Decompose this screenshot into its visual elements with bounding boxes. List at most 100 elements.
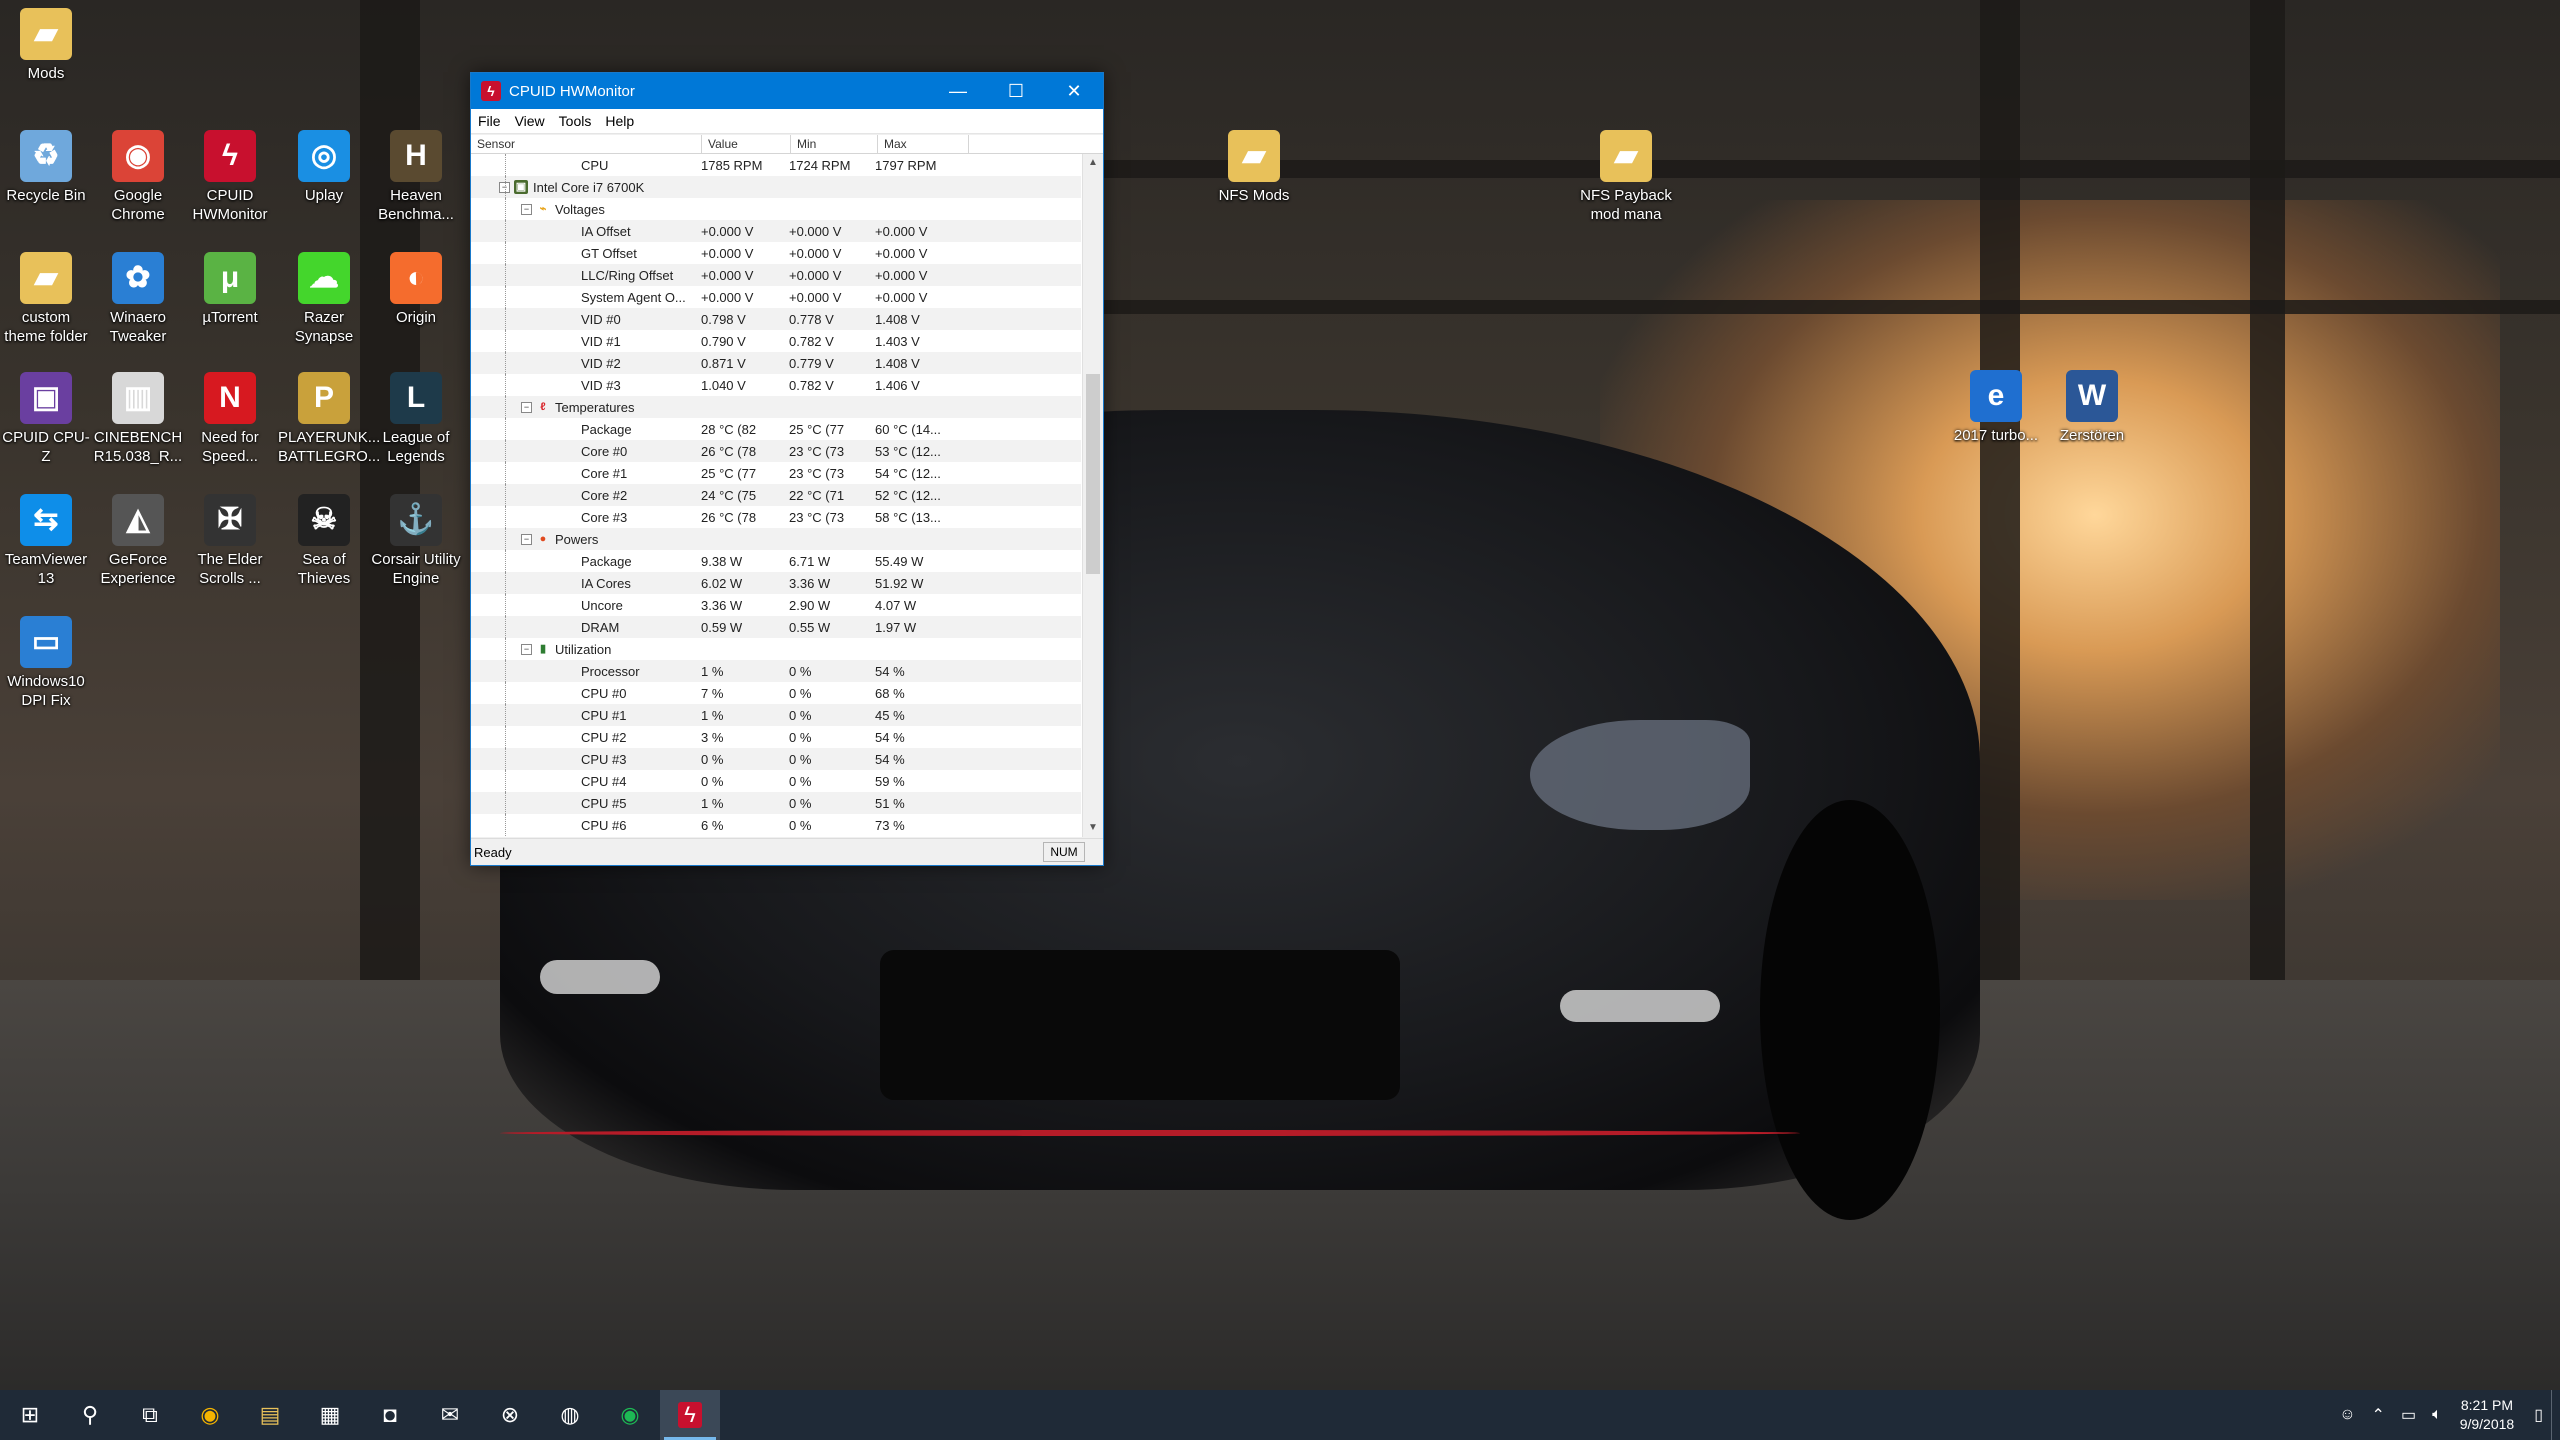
sensor-row[interactable]: Core #0 26 °C (78 23 °C (73 53 °C (12... — [471, 440, 1081, 462]
column-header-value[interactable]: Value — [702, 135, 791, 153]
desktop-icon-uplay[interactable]: ◎ Uplay — [278, 130, 370, 205]
sensor-row[interactable]: Core #2 24 °C (75 22 °C (71 52 °C (12... — [471, 484, 1081, 506]
desktop-icon-nfs-mods[interactable]: ▰ NFS Mods — [1208, 130, 1300, 205]
taskbar-mail[interactable]: ✉ — [420, 1390, 480, 1440]
menu-help[interactable]: Help — [598, 113, 641, 129]
column-header-min[interactable]: Min — [791, 135, 878, 153]
sensor-row[interactable]: VID #1 0.790 V 0.782 V 1.403 V — [471, 330, 1081, 352]
taskbar-spotify[interactable]: ◉ — [600, 1390, 660, 1440]
network-icon[interactable]: ▭ — [2393, 1405, 2424, 1425]
close-button[interactable]: ✕ — [1045, 73, 1103, 109]
category-row[interactable]: − ℓ Temperatures — [471, 396, 1081, 418]
sensor-row[interactable]: VID #3 1.040 V 0.782 V 1.406 V — [471, 374, 1081, 396]
sensor-row[interactable]: IA Cores 6.02 W 3.36 W 51.92 W — [471, 572, 1081, 594]
sensor-tree[interactable]: Sensor Value Min Max CPU 1785 RPM 1724 RPM… — [471, 135, 1103, 837]
action-center-icon[interactable]: ▯ — [2526, 1405, 2551, 1425]
collapse-toggle-icon[interactable]: − — [521, 643, 532, 655]
desktop-icon-recycle-bin[interactable]: ♻ Recycle Bin — [0, 130, 92, 205]
desktop-icon-nfs-payback-mod-mana[interactable]: ▰ NFS Payback mod mana — [1580, 130, 1672, 224]
show-desktop-button[interactable] — [2551, 1390, 2560, 1440]
taskbar-store[interactable]: ◘ — [360, 1390, 420, 1440]
desktop-icon-custom-theme-folder[interactable]: ▰ custom theme folder — [0, 252, 92, 346]
column-header-max[interactable]: Max — [878, 135, 969, 153]
desktop-icon-2017-turbo[interactable]: e 2017 turbo... — [1950, 370, 2042, 445]
scroll-up-arrow[interactable]: ▲ — [1083, 154, 1103, 172]
search-button[interactable]: ⚲ — [60, 1390, 120, 1440]
sensor-row[interactable]: Core #3 26 °C (78 23 °C (73 58 °C (13... — [471, 506, 1081, 528]
sensor-row[interactable]: CPU #0 7 % 0 % 68 % — [471, 682, 1081, 704]
desktop-icon-teamviewer-13[interactable]: ⇆ TeamViewer 13 — [0, 494, 92, 588]
sensor-row[interactable]: CPU #6 6 % 0 % 73 % — [471, 814, 1081, 836]
desktop-icon-league-of-legends[interactable]: L League of Legends — [370, 372, 462, 466]
taskbar-messenger[interactable]: ◍ — [540, 1390, 600, 1440]
menu-file[interactable]: File — [471, 113, 508, 129]
volume-icon[interactable]: 🔈︎ — [2424, 1406, 2450, 1424]
desktop-icon-torrent[interactable]: μ µTorrent — [184, 252, 276, 327]
scroll-thumb[interactable] — [1086, 374, 1100, 574]
desktop-icon-cpuid-hwmonitor[interactable]: ϟ CPUID HWMonitor — [184, 130, 276, 224]
taskbar-chrome[interactable]: ◉ — [180, 1390, 240, 1440]
sensor-row[interactable]: Uncore 3.36 W 2.90 W 4.07 W — [471, 594, 1081, 616]
start-button[interactable]: ⊞ — [0, 1390, 60, 1440]
desktop-icon-zerst-ren[interactable]: W Zerstören — [2046, 370, 2138, 445]
collapse-toggle-icon[interactable]: − — [521, 401, 532, 413]
sensor-row[interactable]: CPU #2 3 % 0 % 54 % — [471, 726, 1081, 748]
desktop-icon-need-for-speed[interactable]: N Need for Speed... — [184, 372, 276, 466]
category-row[interactable]: − ⌁ Voltages — [471, 198, 1081, 220]
column-header-sensor[interactable]: Sensor — [471, 135, 702, 153]
sensor-row[interactable]: LLC/Ring Offset +0.000 V +0.000 V +0.000 V — [471, 264, 1081, 286]
collapse-toggle-icon[interactable]: − — [521, 203, 532, 215]
desktop-icon-the-elder-scrolls[interactable]: ✠ The Elder Scrolls ... — [184, 494, 276, 588]
sensor-row[interactable]: VID #2 0.871 V 0.779 V 1.408 V — [471, 352, 1081, 374]
desktop-icon-label: Windows10 DPI Fix — [7, 673, 85, 709]
sensor-row[interactable]: CPU #5 1 % 0 % 51 % — [471, 792, 1081, 814]
sensor-row[interactable]: CPU #3 0 % 0 % 54 % — [471, 748, 1081, 770]
people-icon[interactable]: ☺ — [2331, 1406, 2363, 1424]
taskbar-xbox[interactable]: ⊗ — [480, 1390, 540, 1440]
hwmonitor-window[interactable]: ϟ CPUID HWMonitor — ☐ ✕ File View Tools … — [470, 72, 1104, 866]
task-view-button[interactable]: ⧉ — [120, 1390, 180, 1440]
desktop-icon-corsair-utility-engine[interactable]: ⚓ Corsair Utility Engine — [370, 494, 462, 588]
desktop-icon-google-chrome[interactable]: ◉ Google Chrome — [92, 130, 184, 224]
sensor-row[interactable]: System Agent O... +0.000 V +0.000 V +0.000 … — [471, 286, 1081, 308]
sensor-row[interactable]: IA Offset +0.000 V +0.000 V +0.000 V — [471, 220, 1081, 242]
sensor-row[interactable]: CPU 1785 RPM 1724 RPM 1797 RPM — [471, 154, 1081, 176]
vertical-scrollbar[interactable]: ▲ ▼ — [1082, 154, 1103, 837]
sensor-row[interactable]: Processor 1 % 0 % 54 % — [471, 660, 1081, 682]
category-row[interactable]: − ▮ Utilization — [471, 638, 1081, 660]
sensor-row[interactable]: Package 28 °C (82 25 °C (77 60 °C (14... — [471, 418, 1081, 440]
menu-tools[interactable]: Tools — [552, 113, 599, 129]
taskbar-file-explorer[interactable]: ▤ — [240, 1390, 300, 1440]
collapse-toggle-icon[interactable]: − — [521, 533, 532, 545]
taskbar-calculator[interactable]: ▦ — [300, 1390, 360, 1440]
desktop-icon-cpuid-cpu-z[interactable]: ▣ CPUID CPU-Z — [0, 372, 92, 466]
sensor-min: 0 % — [789, 707, 812, 723]
desktop-icon-winaero-tweaker[interactable]: ✿ Winaero Tweaker — [92, 252, 184, 346]
menu-view[interactable]: View — [508, 113, 552, 129]
category-row[interactable]: − ● Powers — [471, 528, 1081, 550]
desktop-icon-origin[interactable]: ◐ Origin — [370, 252, 462, 327]
sensor-row[interactable]: CPU #1 1 % 0 % 45 % — [471, 704, 1081, 726]
desktop-icon-playerunk-battlegro[interactable]: P PLAYERUNK... BATTLEGRO... — [278, 372, 380, 466]
chevron-up-icon[interactable]: ⌃ — [2364, 1405, 2393, 1425]
sensor-row[interactable]: Package 9.38 W 6.71 W 55.49 W — [471, 550, 1081, 572]
desktop-icon-geforce-experience[interactable]: ◭ GeForce Experience — [92, 494, 184, 588]
minimize-button[interactable]: — — [929, 73, 987, 109]
desktop-icon-mods[interactable]: ▰ Mods — [0, 8, 92, 83]
desktop-icon-razer-synapse[interactable]: ☁ Razer Synapse — [278, 252, 370, 346]
scroll-down-arrow[interactable]: ▼ — [1083, 819, 1103, 837]
sensor-row[interactable]: VID #0 0.798 V 0.778 V 1.408 V — [471, 308, 1081, 330]
device-row[interactable]: − ▣ Intel Core i7 6700K — [471, 176, 1081, 198]
desktop-icon-sea-of-thieves[interactable]: ☠ Sea of Thieves — [278, 494, 370, 588]
sensor-row[interactable]: CPU #4 0 % 0 % 59 % — [471, 770, 1081, 792]
sensor-row[interactable]: DRAM 0.59 W 0.55 W 1.97 W — [471, 616, 1081, 638]
clock[interactable]: 8:21 PM 9/9/2018 — [2450, 1396, 2527, 1434]
maximize-button[interactable]: ☐ — [987, 73, 1045, 109]
title-bar[interactable]: ϟ CPUID HWMonitor — ☐ ✕ — [471, 73, 1103, 109]
desktop-icon-cinebench-r15-038-r[interactable]: ▥ CINEBENCH R15.038_R... — [92, 372, 184, 466]
desktop-icon-heaven-benchma[interactable]: H Heaven Benchma... — [370, 130, 462, 224]
sensor-row[interactable]: Core #1 25 °C (77 23 °C (73 54 °C (12... — [471, 462, 1081, 484]
taskbar-hwmonitor[interactable]: ϟ — [660, 1390, 720, 1440]
sensor-row[interactable]: GT Offset +0.000 V +0.000 V +0.000 V — [471, 242, 1081, 264]
desktop-icon-windows10-dpi-fix[interactable]: ▭ Windows10 DPI Fix — [0, 616, 92, 710]
